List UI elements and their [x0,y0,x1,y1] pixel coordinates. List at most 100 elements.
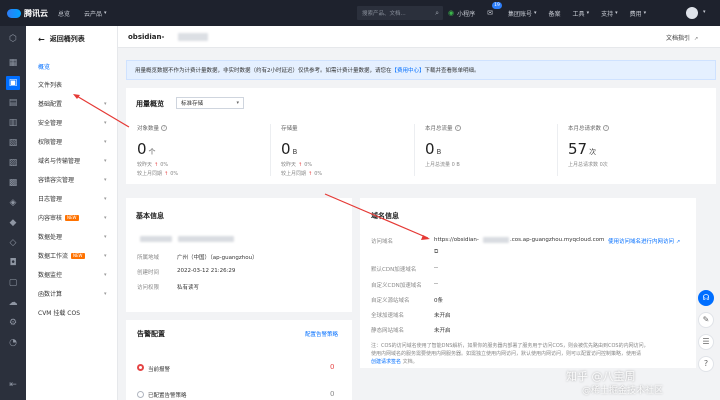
shield-icon[interactable]: ◆ [6,216,20,230]
metric-object-count-value: 0个 [137,140,156,158]
document-icon[interactable]: ▥ [6,116,20,130]
tip-line: 注：COS的访问域名使用了智能DNS解析，如果你的服务器内部署了服务用于访问CO… [371,343,649,349]
metric-unit: 个 [148,148,156,156]
sidebar-item-workflow[interactable]: 数据工作流 NEW ▾ [38,251,118,260]
sidebar-item-domain[interactable]: 域名与传输管理 ▾ [38,156,118,166]
sidebar-item-security[interactable]: 安全管理 ▾ [38,118,118,128]
chart-icon[interactable]: ▨ [6,156,20,170]
alarm-policy-count: 0 [330,390,335,398]
filing-button[interactable]: 备案 [549,9,561,18]
sidebar-item-label: 基础配置 [38,101,63,108]
chevron-down-icon: ▾ [104,214,107,221]
sidebar-item-file-list[interactable]: 文件列表 [38,80,118,89]
brand-name: 腾讯云 [24,8,48,18]
layers-icon[interactable]: ▤ [6,96,20,110]
box-icon[interactable]: ▢ [6,276,20,290]
sidebar-item-functions[interactable]: 函数计算 ▾ [38,289,118,299]
static-site-value: 未开启 [434,328,451,334]
back-to-bucket-list[interactable]: ← 返回桶列表 [38,34,85,44]
nav-products[interactable]: 云产品 ▾ [84,9,107,18]
network-icon[interactable]: ◈ [6,196,20,210]
sidebar-item-overview[interactable]: 概览 [38,62,118,71]
compare-value: 0% [304,162,313,168]
sidebar-item-label: 数据处理 [38,234,63,241]
storage-class-select[interactable]: 标准存储 ▾ [176,97,244,109]
avatar[interactable] [686,7,698,19]
cloud-icon[interactable]: ☁ [6,296,20,310]
redacted-text [140,236,172,242]
search-input[interactable]: 搜索产品、文档... ⌕ [357,6,443,20]
chevron-down-icon: ▾ [643,10,647,16]
tip-line: 使用内网域名的服务需要使用内网服务器。如需独立使用内网访问，默认使用内网访问，则… [371,351,642,357]
copy-icon[interactable]: ⧉ [434,248,438,256]
divider [557,124,558,176]
edit-icon[interactable]: ✎ [698,312,714,328]
gear-icon[interactable]: ⚙ [6,316,20,330]
sidebar-item-monitoring[interactable]: 数据监控 ▾ [38,270,118,280]
compare-label: 较昨天 [281,162,297,168]
notice-suffix: 下载并查看账单明细。 [424,68,480,74]
mini-program-button[interactable]: ◉ 小程序 [448,9,475,18]
top-right-menu: ◉ 小程序 ✉ 19 集团账号 ▾ 备案 工具 ▾ 支持 ▾ 费用 ▾ [448,0,658,26]
sidebar-item-basic-config[interactable]: 基础配置 ▾ [38,99,118,109]
arrow-up-icon: ↑ [308,171,313,177]
headset-icon[interactable]: ☊ [698,290,714,306]
monitor-icon[interactable]: ▩ [6,176,20,190]
server-icon[interactable]: ◘ [6,256,20,270]
hexagon-icon[interactable]: ⬡ [6,32,20,46]
help-icon[interactable]: ? [603,125,610,131]
mini-program-label: 小程序 [457,10,476,18]
region-value: 广州（中国）（ap-guangzhou） [177,255,258,261]
sidebar-item-cvm-mount[interactable]: CVM 挂载 COS [38,308,118,317]
collapse-icon[interactable]: ⇤ [6,378,20,392]
brand-logo[interactable]: 腾讯云 [0,8,58,19]
sidebar-item-content-review[interactable]: 内容审核 NEW ▾ [38,213,118,222]
sidebar-item-label: 概览 [38,64,51,71]
arrow-up-icon: ↑ [164,171,169,177]
sidebar-item-label: 日志管理 [38,196,63,203]
message-button[interactable]: ✉ 19 [487,2,502,17]
metric-compare-last-month: 较上月同期 ↑ 0% [281,170,322,177]
doc-guide-link[interactable]: 文档指引 ↗ [666,33,698,42]
access-permission-value: 私有读写 [177,285,200,291]
product-rail: ⬡ ▦ ▣ ▤ ▥ ▧ ▨ ▩ ◈ ◆ ◇ ◘ ▢ ☁ ⚙ ◔ ⇤ [0,26,26,400]
help-icon[interactable]: ? [454,125,461,131]
database-icon[interactable]: ▧ [6,136,20,150]
tools-button[interactable]: 工具 ▾ [573,9,590,18]
custom-cdn-value: -- [434,281,438,287]
cube-icon[interactable]: ◇ [6,236,20,250]
request-signature-link[interactable]: 创建请求签名 [371,359,401,365]
alarm-config-title: 告警配置 [137,330,165,338]
sidebar-item-disaster-recovery[interactable]: 容错容灾管理 ▾ [38,175,118,185]
question-icon[interactable]: ? [698,356,714,372]
sidebar-item-label: 函数计算 [38,291,63,298]
basic-info-title: 基本信息 [136,212,164,220]
billing-center-link[interactable]: 【费用中心】 [392,66,425,74]
sidebar-item-label: 数据工作流 [38,253,69,260]
billing-button[interactable]: 费用 ▾ [630,9,647,18]
group-account-button[interactable]: 集团账号 ▾ [508,9,537,18]
access-domain-label: 访问域名 [371,239,394,245]
lock-icon[interactable]: ◔ [6,336,20,350]
search-icon[interactable]: ⌕ [435,9,439,18]
chevron-down-icon[interactable]: ▾ [703,9,706,15]
alarm-policy-label: 已配置告警策略 [148,393,187,399]
help-icon[interactable]: ? [161,125,168,131]
sidebar-item-logs[interactable]: 日志管理 ▾ [38,194,118,204]
configure-alarm-link[interactable]: 配置告警策略 [305,330,338,338]
storage-bucket-icon[interactable]: ▣ [6,76,20,90]
chat-icon[interactable]: ☰ [698,334,714,350]
grid-icon[interactable]: ▦ [6,56,20,70]
custom-origin-value: 0条 [434,298,443,304]
nav-overview[interactable]: 总览 [58,9,70,18]
redacted-text [178,236,234,242]
metric-object-count-label: 对象数量 ? [137,124,168,132]
internal-access-link[interactable]: 使用访问域名进行内网访问 ↗ [608,237,680,245]
metric-unit: 次 [589,148,597,156]
divider [414,124,415,176]
back-label: 返回桶列表 [49,35,85,43]
sidebar-item-data-processing[interactable]: 数据处理 ▾ [38,232,118,242]
support-button[interactable]: 支持 ▾ [601,9,618,18]
sidebar-item-permissions[interactable]: 权限管理 ▾ [38,137,118,147]
metric-unit: B [436,148,442,156]
